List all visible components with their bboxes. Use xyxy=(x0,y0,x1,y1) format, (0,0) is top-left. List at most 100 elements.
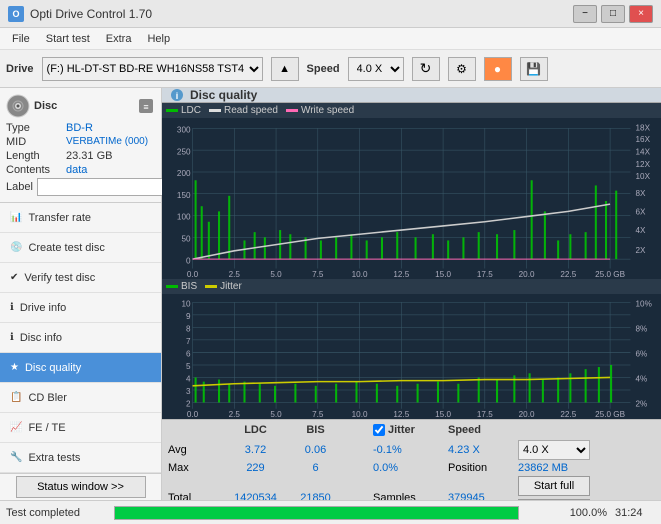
close-button[interactable]: × xyxy=(629,5,653,23)
svg-text:6X: 6X xyxy=(636,207,646,216)
info-button[interactable]: ● xyxy=(484,57,512,81)
nav-fe-te[interactable]: 📈 FE / TE xyxy=(0,413,161,443)
refresh-button[interactable]: ↻ xyxy=(412,57,440,81)
svg-text:7: 7 xyxy=(186,337,191,346)
svg-text:5.0: 5.0 xyxy=(270,410,282,419)
svg-text:15.0: 15.0 xyxy=(435,410,451,419)
svg-text:2: 2 xyxy=(186,399,191,408)
start-full-button[interactable]: Start full xyxy=(518,476,590,496)
svg-text:7.5: 7.5 xyxy=(312,410,324,419)
nav-items: 📊 Transfer rate 💿 Create test disc ✔ Ver… xyxy=(0,203,161,473)
progress-fill xyxy=(115,507,518,519)
avg-ldc-val: 3.72 xyxy=(223,444,288,456)
status-window-button[interactable]: Status window >> xyxy=(16,476,146,498)
svg-text:22.5: 22.5 xyxy=(560,410,576,419)
menu-file[interactable]: File xyxy=(4,31,38,47)
stats-total-row: Total 1420534 21850 Samples 379945 Start… xyxy=(168,476,655,500)
mid-key: MID xyxy=(6,136,66,148)
jitter-checkbox-container[interactable]: Jitter xyxy=(373,424,448,436)
chart-header-icon: i xyxy=(170,88,184,102)
nav-cd-bler[interactable]: 📋 CD Bler xyxy=(0,383,161,413)
progress-time: 31:24 xyxy=(615,507,655,519)
nav-fe-te-label: FE / TE xyxy=(28,422,65,434)
nav-extra-tests[interactable]: 🔧 Extra tests xyxy=(0,443,161,473)
svg-text:8: 8 xyxy=(186,324,191,333)
start-buttons: Start full Start part xyxy=(518,476,598,500)
progress-area: Test completed 100.0% 31:24 xyxy=(0,500,661,524)
header-empty xyxy=(168,424,223,436)
svg-text:20.0: 20.0 xyxy=(519,270,535,279)
svg-text:10X: 10X xyxy=(636,172,651,181)
stats-max-row: Max 229 6 0.0% Position 23862 MB xyxy=(168,462,655,474)
header-speed: Speed xyxy=(448,424,518,436)
bottom-chart-container: BIS Jitter xyxy=(162,279,661,419)
svg-text:16X: 16X xyxy=(636,135,651,144)
svg-text:10.0: 10.0 xyxy=(352,410,368,419)
nav-disc-quality-label: Disc quality xyxy=(25,362,81,374)
bottom-chart-svg: 10 9 8 7 6 5 4 3 2 10% 8% 6% 4% 2% 0.0 xyxy=(162,294,661,419)
nav-disc-info-label: Disc info xyxy=(20,332,62,344)
settings-button[interactable]: ⚙ xyxy=(448,57,476,81)
app-icon: O xyxy=(8,6,24,22)
speed-select[interactable]: 4.0 X xyxy=(348,57,404,81)
disc-settings-icon[interactable]: ≡ xyxy=(137,97,155,115)
nav-drive-info[interactable]: ℹ Drive info xyxy=(0,293,161,323)
disc-label: Disc xyxy=(34,100,57,112)
nav-create-test-disc[interactable]: 💿 Create test disc xyxy=(0,233,161,263)
drive-select[interactable]: (F:) HL-DT-ST BD-RE WH16NS58 TST4 xyxy=(42,57,263,81)
status-text: Test completed xyxy=(6,507,106,519)
svg-text:18X: 18X xyxy=(636,123,651,132)
total-label: Total xyxy=(168,492,223,500)
svg-text:10.0: 10.0 xyxy=(352,270,368,279)
contents-val: data xyxy=(66,164,87,176)
max-ldc-val: 229 xyxy=(223,462,288,474)
nav-transfer-rate[interactable]: 📊 Transfer rate xyxy=(0,203,161,233)
max-bis-val: 6 xyxy=(288,462,343,474)
svg-text:2.5: 2.5 xyxy=(229,410,241,419)
jitter-label: Jitter xyxy=(388,424,415,436)
ldc-legend-color xyxy=(166,109,178,112)
bis-legend-item: BIS xyxy=(166,281,197,292)
menu-extra[interactable]: Extra xyxy=(98,31,140,47)
jitter-legend-label: Jitter xyxy=(220,281,242,292)
svg-text:9: 9 xyxy=(186,312,191,321)
label-input[interactable] xyxy=(37,178,171,196)
top-chart-container: LDC Read speed Write speed xyxy=(162,103,661,279)
menu-help[interactable]: Help xyxy=(139,31,178,47)
samples-label: Samples xyxy=(373,492,448,500)
read-speed-legend-item: Read speed xyxy=(209,105,278,116)
jitter-checkbox[interactable] xyxy=(373,424,385,436)
read-speed-legend-label: Read speed xyxy=(224,105,278,116)
svg-text:5.0: 5.0 xyxy=(270,270,282,279)
titlebar-left: O Opti Drive Control 1.70 xyxy=(8,6,152,22)
svg-text:0.0: 0.0 xyxy=(187,270,199,279)
disc-info-icon: ℹ xyxy=(10,332,14,343)
svg-text:50: 50 xyxy=(181,234,190,243)
menu-start-test[interactable]: Start test xyxy=(38,31,98,47)
start-part-button[interactable]: Start part xyxy=(518,499,590,500)
bis-legend-label: BIS xyxy=(181,281,197,292)
top-legend: LDC Read speed Write speed xyxy=(162,103,661,118)
nav-disc-quality[interactable]: ★ Disc quality xyxy=(0,353,161,383)
eject-button[interactable]: ▲ xyxy=(271,57,299,81)
speed-dropdown[interactable]: 4.0 X xyxy=(518,440,590,460)
maximize-button[interactable]: □ xyxy=(601,5,625,23)
content-area: i Disc quality LDC Read speed Write spee… xyxy=(162,88,661,500)
window-controls[interactable]: − □ × xyxy=(573,5,653,23)
bottom-chart: 10 9 8 7 6 5 4 3 2 10% 8% 6% 4% 2% 0.0 xyxy=(162,294,661,419)
save-button[interactable]: 💾 xyxy=(520,57,548,81)
svg-text:25.0 GB: 25.0 GB xyxy=(595,410,625,419)
disc-icon xyxy=(6,94,30,118)
total-bis-val: 21850 xyxy=(288,492,343,500)
ldc-legend-label: LDC xyxy=(181,105,201,116)
svg-text:14X: 14X xyxy=(636,147,651,156)
minimize-button[interactable]: − xyxy=(573,5,597,23)
cd-bler-icon: 📋 xyxy=(10,392,22,403)
speed-label: Speed xyxy=(307,63,340,75)
chart-title: Disc quality xyxy=(190,88,257,102)
svg-text:25.0 GB: 25.0 GB xyxy=(595,270,625,279)
nav-verify-test-disc[interactable]: ✔ Verify test disc xyxy=(0,263,161,293)
svg-text:12X: 12X xyxy=(636,160,651,169)
jitter-legend-item: Jitter xyxy=(205,281,242,292)
nav-disc-info[interactable]: ℹ Disc info xyxy=(0,323,161,353)
